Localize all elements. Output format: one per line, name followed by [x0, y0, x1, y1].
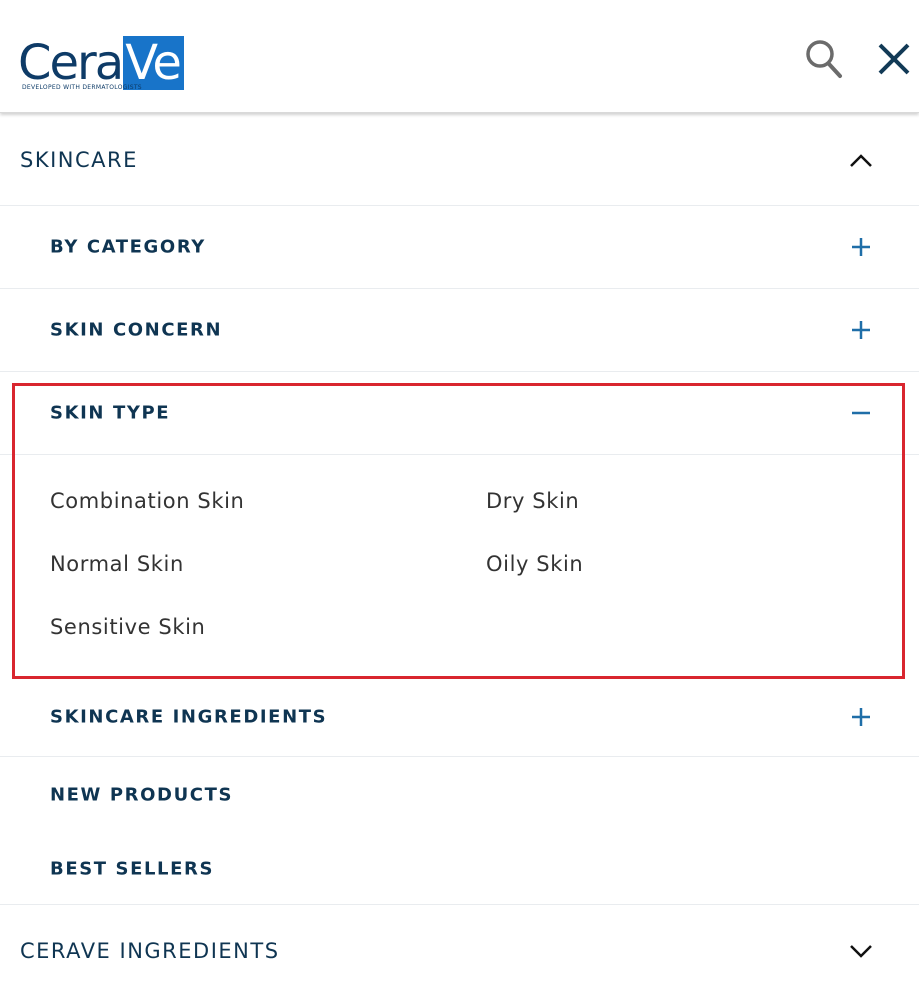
menu-item-cerave-ingredients[interactable]: CERAVE INGREDIENTS	[0, 905, 919, 997]
search-button[interactable]	[802, 37, 846, 81]
close-menu-button[interactable]	[872, 37, 916, 81]
menu-item-skin-concern[interactable]: SKIN CONCERN	[0, 289, 919, 371]
minus-icon[interactable]	[848, 400, 874, 426]
link-normal-skin[interactable]: Normal Skin	[50, 552, 184, 576]
divider	[0, 454, 919, 455]
logo-text-ve: Ve	[123, 36, 184, 90]
menu-item-by-category[interactable]: BY CATEGORY	[0, 206, 919, 288]
plus-icon[interactable]	[848, 704, 874, 730]
chevron-down-icon[interactable]	[848, 938, 874, 964]
plus-icon[interactable]	[848, 317, 874, 343]
chevron-up-icon[interactable]	[848, 147, 874, 173]
menu-item-skin-type-label: SKIN TYPE	[50, 402, 171, 424]
menu-item-skincare[interactable]: SKINCARE	[0, 114, 919, 206]
menu-item-best-sellers[interactable]: BEST SELLERS	[0, 833, 919, 904]
logo-text-cera: Cera	[18, 35, 124, 91]
header: Cera Ve DEVELOPED WITH DERMATOLOGISTS	[0, 0, 919, 113]
menu-item-by-category-label: BY CATEGORY	[50, 236, 206, 258]
menu-item-skincare-ingredients-label: SKINCARE INGREDIENTS	[50, 706, 328, 728]
search-icon	[806, 40, 842, 78]
menu-item-new-products[interactable]: NEW PRODUCTS	[0, 757, 919, 833]
plus-icon[interactable]	[848, 234, 874, 260]
menu-item-skincare-ingredients[interactable]: SKINCARE INGREDIENTS	[0, 678, 919, 756]
cerave-logo[interactable]: Cera Ve DEVELOPED WITH DERMATOLOGISTS	[18, 36, 184, 94]
menu-item-skin-type[interactable]: SKIN TYPE	[0, 372, 919, 454]
logo-tagline: DEVELOPED WITH DERMATOLOGISTS	[22, 84, 142, 91]
close-icon	[878, 43, 910, 75]
logo-wordmark: Cera Ve	[18, 36, 184, 90]
menu-item-best-sellers-label: BEST SELLERS	[50, 858, 215, 879]
link-sensitive-skin[interactable]: Sensitive Skin	[50, 615, 205, 639]
link-oily-skin[interactable]: Oily Skin	[486, 552, 583, 576]
menu-item-skin-concern-label: SKIN CONCERN	[50, 319, 223, 341]
link-dry-skin[interactable]: Dry Skin	[486, 489, 579, 513]
menu-item-new-products-label: NEW PRODUCTS	[50, 784, 234, 806]
menu-item-skincare-label: SKINCARE	[20, 148, 138, 172]
link-combination-skin[interactable]: Combination Skin	[50, 489, 244, 513]
menu-item-cerave-ingredients-label: CERAVE INGREDIENTS	[20, 939, 280, 963]
